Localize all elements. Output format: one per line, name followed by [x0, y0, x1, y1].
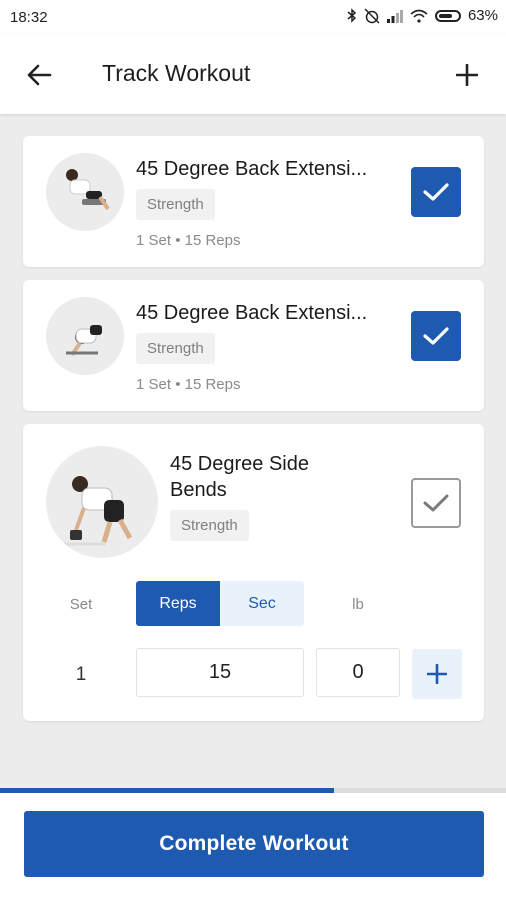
add-set-button[interactable] [412, 649, 462, 699]
exercise-card-expanded[interactable]: 45 Degree Side Bends Strength Set Reps S… [23, 424, 484, 721]
back-arrow-icon[interactable] [22, 58, 56, 92]
status-bar: 18:32 63% [0, 0, 506, 34]
reps-input[interactable]: 15 [136, 648, 304, 697]
exercise-thumbnail [46, 153, 124, 231]
exercise-summary: 1 Set • 15 Reps [136, 376, 241, 393]
category-tag: Strength [136, 189, 215, 220]
status-icons: 63% [347, 7, 498, 24]
bottom-bar: Complete Workout [0, 793, 506, 900]
sec-toggle[interactable]: Sec [220, 581, 304, 626]
exercise-card[interactable]: 45 Degree Back Extensi... Strength 1 Set… [23, 280, 484, 411]
set-column-label: Set [69, 596, 93, 613]
checkmark-icon [423, 327, 449, 345]
alarm-off-icon [364, 7, 380, 24]
complete-workout-button[interactable]: Complete Workout [24, 811, 484, 877]
category-tag: Strength [170, 510, 249, 541]
exercise-card[interactable]: 45 Degree Back Extensi... Strength 1 Set… [23, 136, 484, 267]
complete-checkbox[interactable] [411, 311, 461, 361]
checkmark-icon [423, 494, 449, 512]
bluetooth-icon [347, 8, 357, 23]
signal-icon [386, 9, 403, 23]
exercise-thumbnail [46, 297, 124, 375]
exercise-name: 45 Degree Back Extensi... [136, 158, 368, 180]
exercise-summary: 1 Set • 15 Reps [136, 232, 241, 249]
set-number: 1 [75, 664, 87, 685]
plus-icon[interactable] [450, 58, 484, 92]
exercise-name: 45 Degree Back Extensi... [136, 302, 368, 324]
exercise-thumbnail [46, 446, 158, 558]
reps-toggle[interactable]: Reps [136, 581, 220, 626]
checkmark-icon [423, 183, 449, 201]
exercise-name: 45 Degree Side Bends [170, 453, 309, 501]
battery-percent: 63% [467, 7, 498, 24]
weight-input[interactable]: 0 [316, 648, 400, 697]
category-tag: Strength [136, 333, 215, 364]
wifi-icon [410, 9, 428, 23]
battery-icon [434, 9, 461, 22]
app-bar: Track Workout [0, 34, 506, 114]
complete-checkbox[interactable] [411, 167, 461, 217]
page-title: Track Workout [102, 60, 251, 86]
plus-icon [427, 664, 447, 684]
weight-unit-label: lb [352, 596, 364, 613]
complete-checkbox[interactable] [411, 478, 461, 528]
status-time: 18:32 [10, 9, 48, 26]
